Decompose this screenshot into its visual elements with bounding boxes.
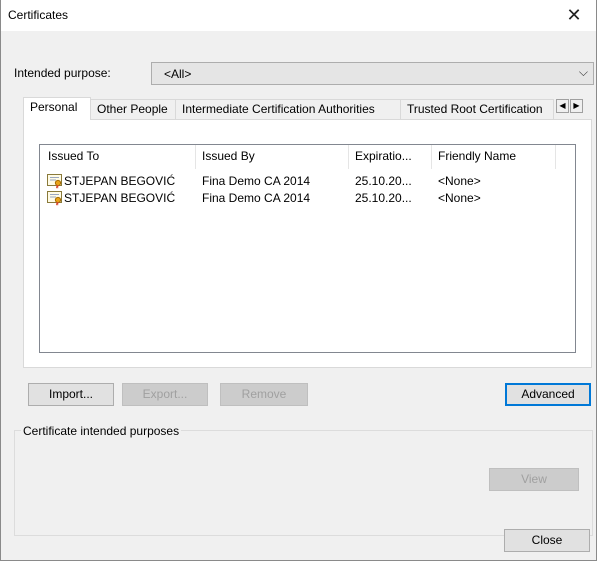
- cell-issued-to: STJEPAN BEGOVIĆ: [64, 174, 176, 188]
- close-button[interactable]: Close: [504, 529, 590, 552]
- certificates-dialog: Certificates ✕ Intended purpose: <All> ⌵…: [0, 0, 597, 561]
- column-issued-by[interactable]: Issued By: [202, 149, 255, 163]
- view-button[interactable]: View: [489, 468, 579, 491]
- cell-friendly-name: <None>: [438, 174, 481, 188]
- cell-expiration: 25.10.20...: [355, 174, 412, 188]
- tab-label: Other People: [97, 102, 168, 116]
- certificate-store-tabs: Personal Other People Intermediate Certi…: [23, 97, 589, 120]
- window-title: Certificates: [8, 8, 69, 22]
- tab-label: Personal: [30, 100, 78, 114]
- list-item[interactable]: STJEPAN BEGOVIĆ Fina Demo CA 2014 25.10.…: [40, 190, 575, 207]
- column-divider[interactable]: [195, 145, 196, 169]
- chevron-down-icon: ⌵: [578, 65, 588, 79]
- tab-label: Intermediate Certification Authorities: [182, 102, 375, 116]
- title-bar[interactable]: Certificates ✕: [1, 0, 596, 31]
- tab-trusted-root[interactable]: Trusted Root Certification: [400, 99, 554, 119]
- advanced-button[interactable]: Advanced: [505, 383, 591, 406]
- tab-personal[interactable]: Personal: [23, 97, 91, 120]
- column-divider[interactable]: [348, 145, 349, 169]
- export-button[interactable]: Export...: [122, 383, 208, 406]
- remove-button[interactable]: Remove: [220, 383, 308, 406]
- advanced-button-label: Advanced: [521, 387, 575, 401]
- tab-intermediate-ca[interactable]: Intermediate Certification Authorities: [175, 99, 401, 119]
- column-divider[interactable]: [555, 145, 556, 169]
- cell-issued-by: Fina Demo CA 2014: [202, 174, 311, 188]
- certificate-icon: [47, 190, 63, 206]
- tab-scroll-right-icon[interactable]: ▶: [570, 99, 583, 113]
- cell-friendly-name: <None>: [438, 191, 481, 205]
- tab-other-people[interactable]: Other People: [90, 99, 176, 119]
- certificate-icon: [47, 173, 63, 189]
- list-header: Issued To Issued By Expiratio... Friendl…: [40, 145, 575, 169]
- intended-purpose-select[interactable]: <All> ⌵: [151, 62, 594, 85]
- tab-scroll-left-glyph: ◀: [559, 101, 566, 110]
- cell-issued-by: Fina Demo CA 2014: [202, 191, 311, 205]
- remove-button-label: Remove: [241, 387, 287, 401]
- tab-scroll-left-icon[interactable]: ◀: [556, 99, 569, 113]
- export-button-label: Export...: [142, 387, 188, 401]
- list-item[interactable]: STJEPAN BEGOVIĆ Fina Demo CA 2014 25.10.…: [40, 173, 575, 190]
- view-button-label: View: [521, 472, 547, 486]
- certificate-intended-purposes-label: Certificate intended purposes: [21, 424, 182, 438]
- close-button-label: Close: [531, 533, 563, 547]
- intended-purpose-label-text: Intended purpose:: [14, 66, 111, 80]
- certificate-list[interactable]: Issued To Issued By Expiratio... Friendl…: [39, 144, 576, 353]
- column-friendly-name[interactable]: Friendly Name: [438, 149, 516, 163]
- import-button[interactable]: Import...: [28, 383, 114, 406]
- intended-purpose-value: <All>: [164, 67, 192, 81]
- column-expiration[interactable]: Expiratio...: [355, 149, 412, 163]
- intended-purpose-label: Intended purpose:: [14, 66, 111, 80]
- tab-label: Trusted Root Certification: [407, 102, 543, 116]
- cell-issued-to: STJEPAN BEGOVIĆ: [64, 191, 176, 205]
- import-button-label: Import...: [48, 387, 93, 401]
- column-divider[interactable]: [431, 145, 432, 169]
- personal-tab-panel: Issued To Issued By Expiratio... Friendl…: [23, 119, 592, 368]
- tab-scroll-right-glyph: ▶: [573, 101, 580, 110]
- column-issued-to[interactable]: Issued To: [48, 149, 99, 163]
- close-window-icon[interactable]: ✕: [552, 0, 596, 31]
- cell-expiration: 25.10.20...: [355, 191, 412, 205]
